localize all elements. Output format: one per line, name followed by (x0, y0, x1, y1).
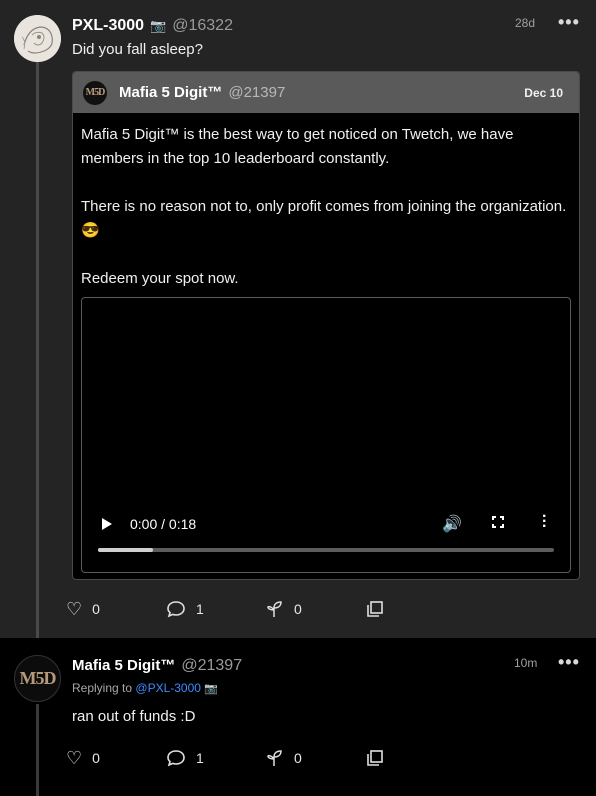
copy-button[interactable] (366, 749, 406, 767)
copy-icon (367, 750, 383, 766)
play-icon[interactable] (102, 518, 112, 530)
avatar[interactable] (14, 15, 61, 62)
author-handle[interactable]: @16322 (172, 17, 233, 35)
branch-icon (267, 601, 282, 617)
fullscreen-icon[interactable] (492, 516, 504, 528)
post-time[interactable]: 28d (515, 16, 535, 30)
branch-count: 0 (294, 750, 302, 766)
like-button[interactable]: ♡ 0 (66, 749, 166, 767)
more-options-icon[interactable]: ••• (558, 652, 580, 673)
quoted-paragraph: Redeem your spot now. (81, 270, 239, 287)
video-menu-icon[interactable]: · · · (542, 509, 547, 535)
post-text: ran out of funds :D (72, 708, 196, 725)
heart-icon: ♡ (66, 748, 83, 768)
like-button[interactable]: ♡ 0 (66, 600, 166, 618)
heart-icon: ♡ (66, 599, 83, 619)
avatar[interactable]: M5D (14, 655, 61, 702)
post-time[interactable]: 10m (514, 656, 537, 670)
video-player[interactable]: 0:00 / 0:18 🔊 · · · (81, 297, 571, 573)
post-header: PXL-3000 📷 @16322 (72, 17, 233, 35)
avatar[interactable]: M5D (83, 80, 107, 105)
comment-button[interactable]: 1 (166, 749, 266, 767)
copy-button[interactable] (366, 600, 406, 618)
post-text: Did you fall asleep? (72, 41, 203, 58)
more-options-icon[interactable]: ••• (558, 12, 580, 33)
comment-button[interactable]: 1 (166, 600, 266, 618)
quoted-post-date: Dec 10 (524, 85, 563, 100)
branch-button[interactable]: 0 (266, 749, 366, 767)
comment-count: 1 (196, 601, 204, 617)
post-actions: ♡ 0 1 0 (66, 600, 406, 618)
branch-icon (267, 750, 282, 766)
quoted-post-body: Mafia 5 Digit™ is the best way to get no… (73, 113, 579, 291)
comment-icon (167, 750, 185, 767)
video-time: 0:00 / 0:18 (130, 516, 197, 532)
quoted-post[interactable]: M5D Mafia 5 Digit™ @21397 Dec 10 Mafia 5… (72, 71, 580, 580)
like-count: 0 (92, 750, 100, 766)
author-handle[interactable]: @21397 (181, 657, 242, 675)
post-actions: ♡ 0 1 0 (66, 749, 406, 767)
replying-to: Replying to @PXL-3000 📷 (72, 681, 218, 695)
replying-to-link[interactable]: @PXL-3000 (135, 681, 201, 695)
camera-icon: 📷 (150, 18, 167, 33)
video-progress-fill (98, 548, 153, 552)
camera-icon: 📷 (204, 683, 218, 695)
reply-header: Mafia 5 Digit™ @21397 (72, 657, 242, 675)
quoted-author-handle[interactable]: @21397 (228, 84, 285, 101)
author-name[interactable]: PXL-3000 (72, 17, 144, 35)
video-progress-bar[interactable] (98, 548, 554, 552)
branch-button[interactable]: 0 (266, 600, 366, 618)
thread-line (36, 704, 39, 796)
volume-icon[interactable]: 🔊 (442, 514, 462, 534)
copy-icon (367, 601, 383, 617)
quoted-paragraph: There is no reason not to, only profit c… (81, 198, 567, 239)
thread-line (36, 62, 39, 638)
quoted-post-header: M5D Mafia 5 Digit™ @21397 Dec 10 (73, 72, 579, 113)
quoted-author-name[interactable]: Mafia 5 Digit™ (119, 84, 222, 101)
comment-icon (167, 601, 185, 618)
author-name[interactable]: Mafia 5 Digit™ (72, 657, 175, 674)
like-count: 0 (92, 601, 100, 617)
branch-count: 0 (294, 601, 302, 617)
quoted-paragraph: Mafia 5 Digit™ is the best way to get no… (81, 126, 514, 167)
comment-count: 1 (196, 750, 204, 766)
